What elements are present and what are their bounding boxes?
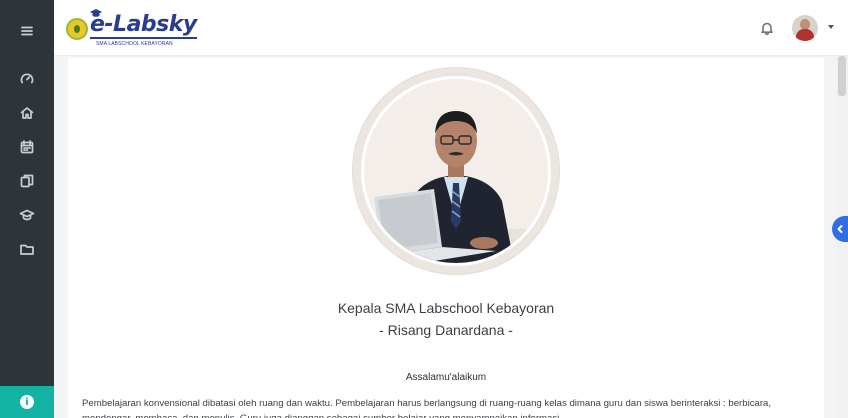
folder-icon <box>20 244 34 255</box>
sidebar-item-dashboard[interactable] <box>0 62 54 96</box>
menu-icon <box>21 26 33 36</box>
home-icon <box>20 107 34 119</box>
school-emblem-icon <box>66 18 88 40</box>
sidebar-item-home[interactable] <box>0 96 54 130</box>
sidebar-item-calendar[interactable] <box>0 130 54 164</box>
avatar-body <box>796 29 814 41</box>
main-content: Kepala SMA Labschool Kebayoran - Risang … <box>54 56 848 418</box>
principal-portrait-illustration <box>364 79 548 263</box>
chevron-left-icon <box>837 225 843 233</box>
app-logo-subtitle: SMA LABSCHOOL KEBAYORAN <box>96 41 173 47</box>
user-avatar[interactable] <box>792 15 818 41</box>
dashboard-gauge-icon <box>20 73 34 84</box>
user-menu-caret-icon[interactable] <box>828 25 834 29</box>
sidebar-item-education[interactable] <box>0 198 54 232</box>
help-info-icon: i <box>20 395 34 409</box>
principal-title: Kepala SMA Labschool Kebayoran <box>337 300 555 316</box>
sidebar-item-folder[interactable] <box>0 232 54 266</box>
principal-photo-frame <box>353 68 559 274</box>
welcome-paragraph: Pembelajaran konvensional dibatasi oleh … <box>82 398 772 418</box>
app-logo-text: e-Labsky <box>90 12 197 39</box>
scrollbar-thumb[interactable] <box>838 56 846 96</box>
copy-files-icon <box>20 174 34 188</box>
greeting-heading: Assalamu'alaikum <box>405 372 487 383</box>
sidebar: i <box>0 0 54 418</box>
sidebar-menu-toggle[interactable] <box>0 14 54 48</box>
graduation-cap-icon <box>19 209 35 221</box>
app-logo[interactable]: e-Labsky SMA LABSCHOOL KEBAYORAN <box>66 8 206 48</box>
principal-name: - Risang Danardana - <box>379 322 513 338</box>
bell-icon <box>761 22 773 36</box>
principal-welcome-card: Kepala SMA Labschool Kebayoran - Risang … <box>68 58 824 418</box>
principal-photo <box>361 76 551 266</box>
sidebar-item-documents[interactable] <box>0 164 54 198</box>
notification-button[interactable] <box>756 17 778 39</box>
help-button[interactable]: i <box>0 386 54 418</box>
top-header: e-Labsky SMA LABSCHOOL KEBAYORAN <box>54 0 848 56</box>
calendar-icon <box>20 140 34 154</box>
